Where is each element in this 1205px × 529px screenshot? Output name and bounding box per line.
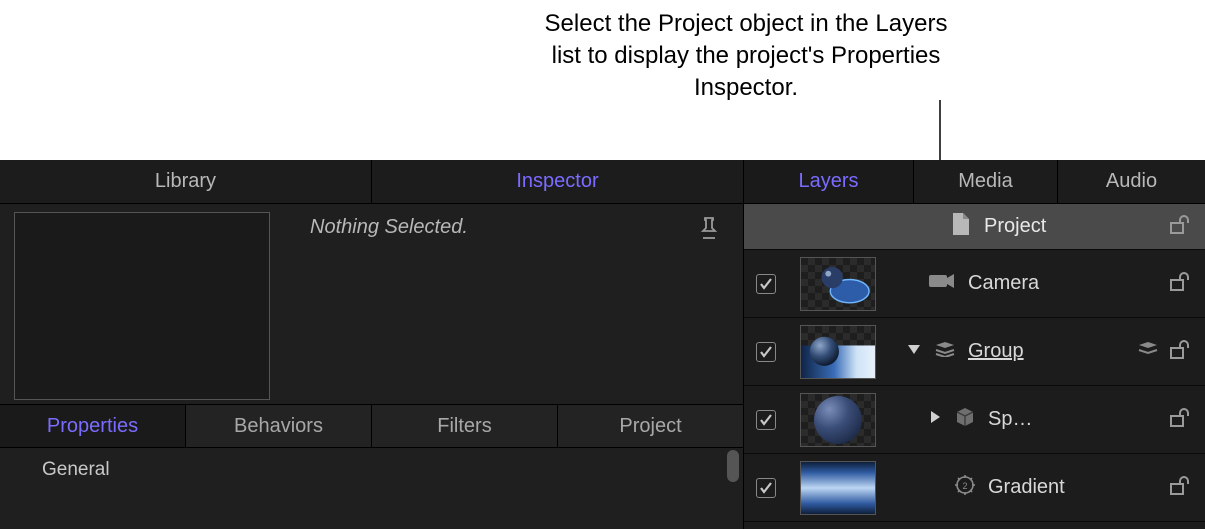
gradient-type-icon-wrap: 2 [892,474,976,501]
layers-stack-icon [1137,341,1159,362]
inspector-body: Nothing Selected. Properties Behaviors F… [0,204,743,529]
generator-gear-icon: 2 [954,474,976,501]
layer-thumbnail-group [800,325,876,379]
lock-icon[interactable] [1167,406,1191,433]
project-panel-tabs: Layers Media Audio [744,160,1205,204]
layer-visible-checkbox[interactable] [756,274,776,294]
app-window: Library Inspector Nothing Selected. Prop… [0,160,1205,529]
layer-label-camera: Camera [968,272,1159,295]
tab-layers[interactable]: Layers [744,160,914,203]
layer-visible-checkbox[interactable] [756,478,776,498]
sub-tab-project[interactable]: Project [558,405,743,447]
layer-row-project[interactable]: Project [744,204,1205,250]
svg-text:2: 2 [962,481,967,491]
tab-audio[interactable]: Audio [1058,160,1205,203]
callout-text: Select the Project object in the Layers … [541,8,951,104]
section-general-label: General [42,459,110,481]
cube-3d-icon [954,406,976,433]
inspector-sub-tabs: Properties Behaviors Filters Project [0,404,743,448]
project-file-icon [950,211,972,242]
layer-thumbnail-gradient [800,461,876,515]
layer-label-sphere: Sp… [988,408,1159,431]
layer-row-camera[interactable]: Camera [744,250,1205,318]
preview-label: Nothing Selected. [310,216,468,239]
pin-icon[interactable] [699,216,719,247]
layer-row-gradient[interactable]: 2 Gradient [744,454,1205,522]
lock-icon[interactable] [1167,338,1191,365]
sub-tab-properties[interactable]: Properties [0,405,186,447]
inspector-scrollbar[interactable] [727,450,739,482]
section-general[interactable]: General [0,448,743,492]
layer-label-group: Group [968,340,1129,363]
layer-thumbnail-sphere [800,393,876,447]
camera-icon [928,272,956,295]
project-type-icon-wrap [908,211,972,242]
lock-icon[interactable] [1167,213,1191,240]
layers-panel: Layers Media Audio Project [744,160,1205,529]
layer-label-project: Project [984,215,1159,238]
preview-thumbnail [14,212,270,400]
callout-region: Select the Project object in the Layers … [0,0,1205,160]
sub-tab-filters[interactable]: Filters [372,405,558,447]
lock-icon[interactable] [1167,474,1191,501]
lock-icon[interactable] [1167,270,1191,297]
disclosure-down-icon[interactable] [906,342,922,361]
tab-library[interactable]: Library [0,160,372,203]
sub-tab-behaviors[interactable]: Behaviors [186,405,372,447]
tab-media[interactable]: Media [914,160,1058,203]
layers-list: Project [744,204,1205,529]
layers-stack-icon [934,341,956,362]
group-disclosure-wrap [892,341,956,362]
sphere-disclosure-wrap [892,406,976,433]
camera-type-icon-wrap [892,272,956,295]
layer-row-group[interactable]: Group [744,318,1205,386]
layer-label-gradient: Gradient [988,476,1159,499]
inspector-panel: Library Inspector Nothing Selected. Prop… [0,160,744,529]
layer-visible-checkbox[interactable] [756,342,776,362]
tab-inspector[interactable]: Inspector [372,160,743,203]
disclosure-right-icon[interactable] [928,409,942,430]
layer-row-sphere[interactable]: Sp… [744,386,1205,454]
preview-region: Nothing Selected. [0,204,743,404]
layer-visible-checkbox[interactable] [756,410,776,430]
layer-thumbnail-camera [800,257,876,311]
inspector-top-tabs: Library Inspector [0,160,743,204]
